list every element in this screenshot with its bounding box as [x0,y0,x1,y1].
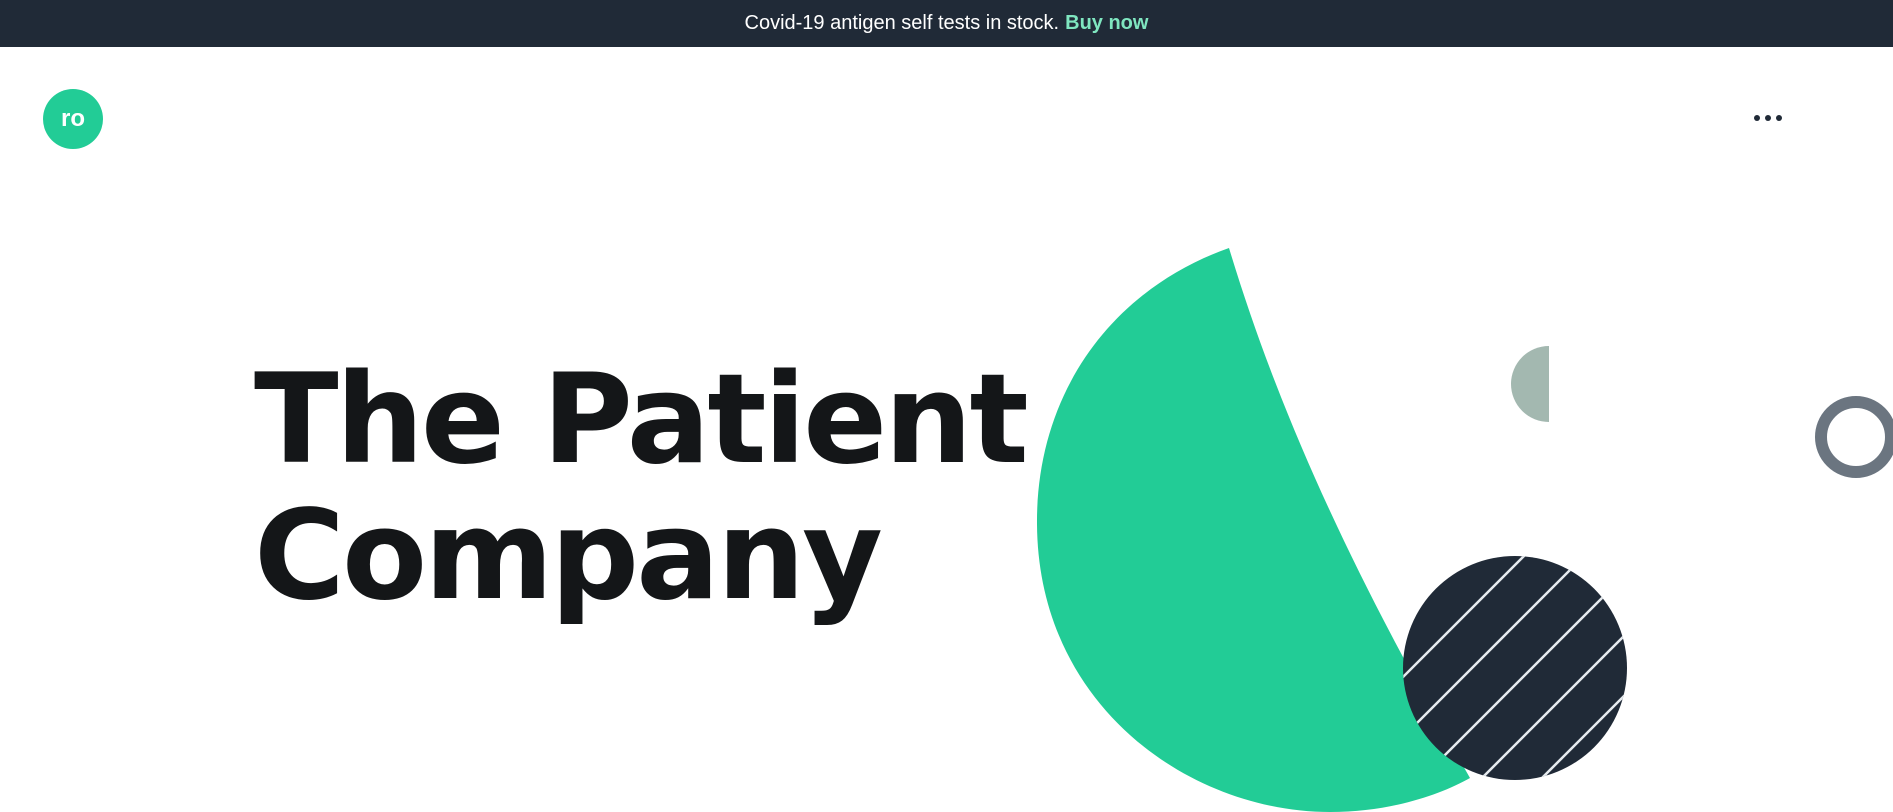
hero-illustration [1036,248,1893,812]
green-leaf-shape [1036,248,1470,812]
page: Covid-19 antigen self tests in stock. Bu… [0,0,1893,812]
gray-ring [1815,396,1893,478]
sage-half-circle [1511,346,1549,422]
